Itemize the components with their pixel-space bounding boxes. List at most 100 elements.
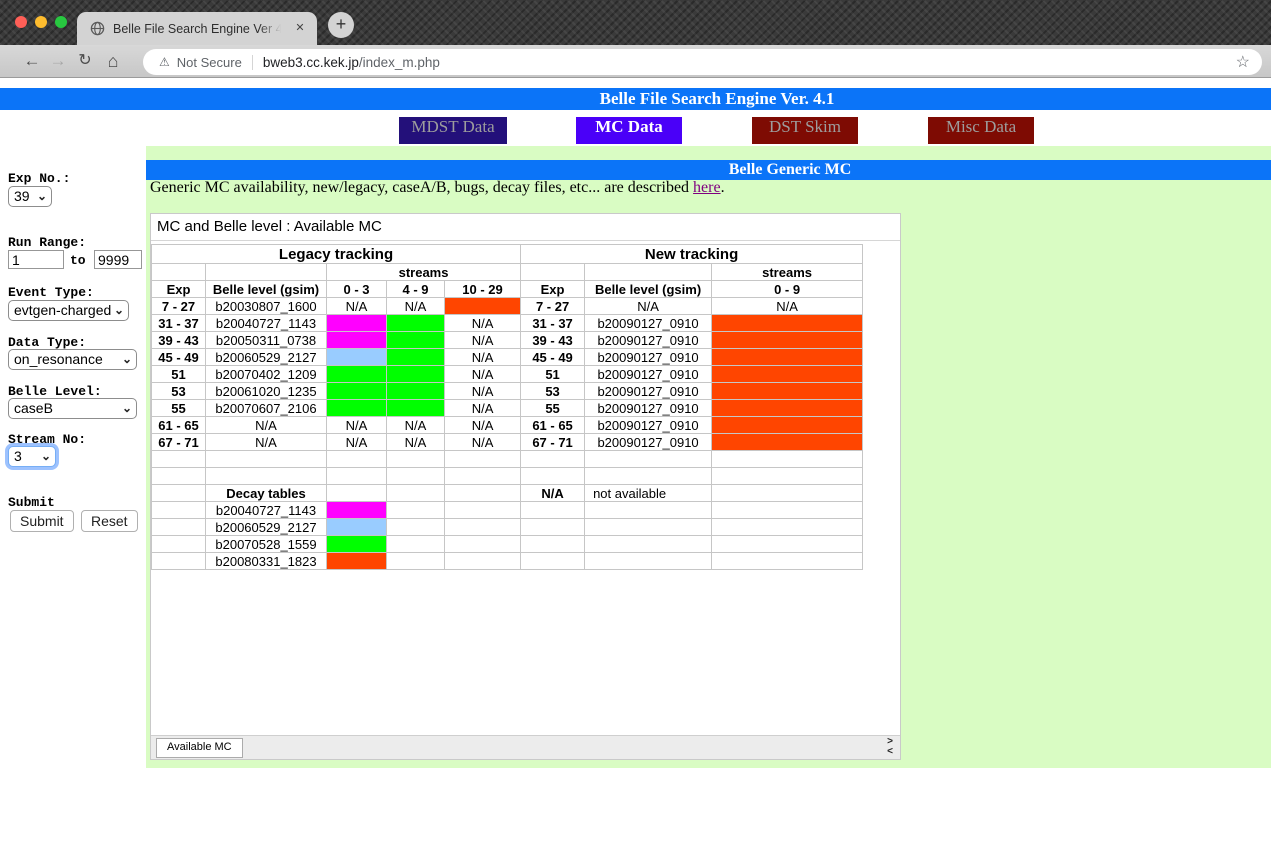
cell	[206, 264, 327, 281]
table-row: 55b20070607_2106N/A55b20090127_0910	[152, 400, 863, 417]
tab-mc-data[interactable]: MC Data	[576, 117, 682, 144]
cell: 45 - 49	[521, 349, 585, 366]
forward-icon[interactable]: →	[45, 45, 71, 77]
address-divider	[252, 55, 253, 70]
sheet-footer: Available MC ><	[151, 735, 900, 759]
cell: b20061020_1235	[206, 383, 327, 400]
color-cell-orange	[712, 434, 863, 451]
home-icon[interactable]: ⌂	[100, 45, 126, 77]
cell	[445, 502, 521, 519]
cell	[152, 264, 206, 281]
cell	[585, 451, 712, 468]
cell: 31 - 37	[521, 315, 585, 332]
description-suffix: .	[721, 179, 725, 196]
table-row: 53b20061020_1235N/A53b20090127_0910	[152, 383, 863, 400]
cell: 39 - 43	[521, 332, 585, 349]
exp-no-select[interactable]: 39 ⌄	[8, 186, 52, 207]
back-icon[interactable]: ←	[19, 45, 45, 77]
cell: Decay tables	[206, 485, 327, 502]
url-domain: bweb3.cc.kek.jp	[263, 55, 359, 70]
cell: b20090127_0910	[585, 400, 712, 417]
cell: Exp	[152, 281, 206, 298]
cell: 51	[152, 366, 206, 383]
color-cell-magenta	[327, 332, 387, 349]
scroll-left-icon[interactable]: <	[887, 746, 893, 757]
run-from-input[interactable]	[8, 250, 64, 269]
address-bar[interactable]: ⚠ Not Secure bweb3.cc.kek.jp/index_m.php…	[143, 49, 1262, 75]
cell	[712, 536, 863, 553]
cell	[521, 502, 585, 519]
tab-dst-skim[interactable]: DST Skim	[752, 117, 858, 144]
cell: 31 - 37	[152, 315, 206, 332]
cell	[521, 553, 585, 570]
reload-icon[interactable]: ↻	[72, 45, 98, 77]
window-zoom-button[interactable]	[55, 16, 67, 28]
browser-tab-title: Belle File Search Engine Ver 4.1	[113, 21, 285, 37]
color-cell-green	[387, 383, 445, 400]
cell	[585, 553, 712, 570]
bookmark-star-icon[interactable]: ☆	[1236, 52, 1250, 72]
window-minimize-button[interactable]	[35, 16, 47, 28]
sheet-scroll-arrows[interactable]: ><	[887, 737, 893, 757]
sheet-title: MC and Belle level : Available MC	[151, 214, 900, 241]
table-row: 67 - 71N/AN/AN/AN/A67 - 71b20090127_0910	[152, 434, 863, 451]
tab-misc-data[interactable]: Misc Data	[928, 117, 1034, 144]
table-row: 7 - 27b20030807_1600N/AN/A7 - 27N/AN/A	[152, 298, 863, 315]
stream-no-value: 3	[14, 448, 22, 464]
color-cell-green	[327, 400, 387, 417]
cell	[152, 468, 206, 485]
cell	[521, 519, 585, 536]
table-row: Legacy trackingNew tracking	[152, 245, 863, 264]
new-tab-button[interactable]: +	[328, 12, 354, 38]
stream-no-label: Stream No:	[8, 432, 86, 447]
cell	[206, 468, 327, 485]
belle-level-select[interactable]: caseB ⌄	[8, 398, 137, 419]
cell: 0 - 3	[327, 281, 387, 298]
submit-button[interactable]: Submit	[10, 510, 74, 532]
cell	[387, 553, 445, 570]
window-close-button[interactable]	[15, 16, 27, 28]
color-cell-orange	[712, 315, 863, 332]
cell: b20070607_2106	[206, 400, 327, 417]
tab-close-icon[interactable]: ✕	[292, 20, 308, 36]
cell: 0 - 9	[712, 281, 863, 298]
cell: 10 - 29	[445, 281, 521, 298]
cell	[152, 553, 206, 570]
cell: N/A	[445, 366, 521, 383]
cell: b20040727_1143	[206, 502, 327, 519]
cell	[327, 485, 387, 502]
cell	[521, 536, 585, 553]
cell: 53	[152, 383, 206, 400]
cell: 45 - 49	[152, 349, 206, 366]
data-type-select[interactable]: on_resonance ⌄	[8, 349, 137, 370]
cell: N/A	[445, 417, 521, 434]
tab-mdst-data[interactable]: MDST Data	[399, 117, 506, 144]
table-row: 45 - 49b20060529_2127N/A45 - 49b20090127…	[152, 349, 863, 366]
reset-button[interactable]: Reset	[81, 510, 138, 532]
run-to-input[interactable]	[94, 250, 142, 269]
cell	[712, 451, 863, 468]
stream-no-select[interactable]: 3 ⌄	[8, 446, 56, 467]
color-cell-blue	[327, 519, 387, 536]
browser-toolbar: ← → ↻ ⌂ ⚠ Not Secure bweb3.cc.kek.jp/ind…	[0, 45, 1271, 78]
run-range-to-label: to	[70, 253, 86, 268]
cell: New tracking	[521, 245, 863, 264]
color-cell-blue	[327, 349, 387, 366]
here-link[interactable]: here	[693, 179, 721, 196]
table-row: streamsstreams	[152, 264, 863, 281]
cell: not available	[585, 485, 712, 502]
belle-level-label: Belle Level:	[8, 384, 102, 399]
cell	[327, 468, 387, 485]
cell	[327, 451, 387, 468]
cell	[521, 264, 585, 281]
cell: N/A	[327, 434, 387, 451]
browser-tab[interactable]: Belle File Search Engine Ver 4.1 ✕	[77, 12, 317, 45]
sheet-tab-available-mc[interactable]: Available MC	[156, 738, 243, 758]
nav-tab-cell: MC Data	[541, 117, 717, 144]
cell	[712, 485, 863, 502]
event-type-select[interactable]: evtgen-charged ⌄	[8, 300, 129, 321]
content-area: Belle Generic MC Generic MC availability…	[146, 146, 1271, 768]
color-cell-green	[387, 315, 445, 332]
cell	[445, 553, 521, 570]
generic-mc-header: Belle Generic MC	[146, 160, 1271, 180]
